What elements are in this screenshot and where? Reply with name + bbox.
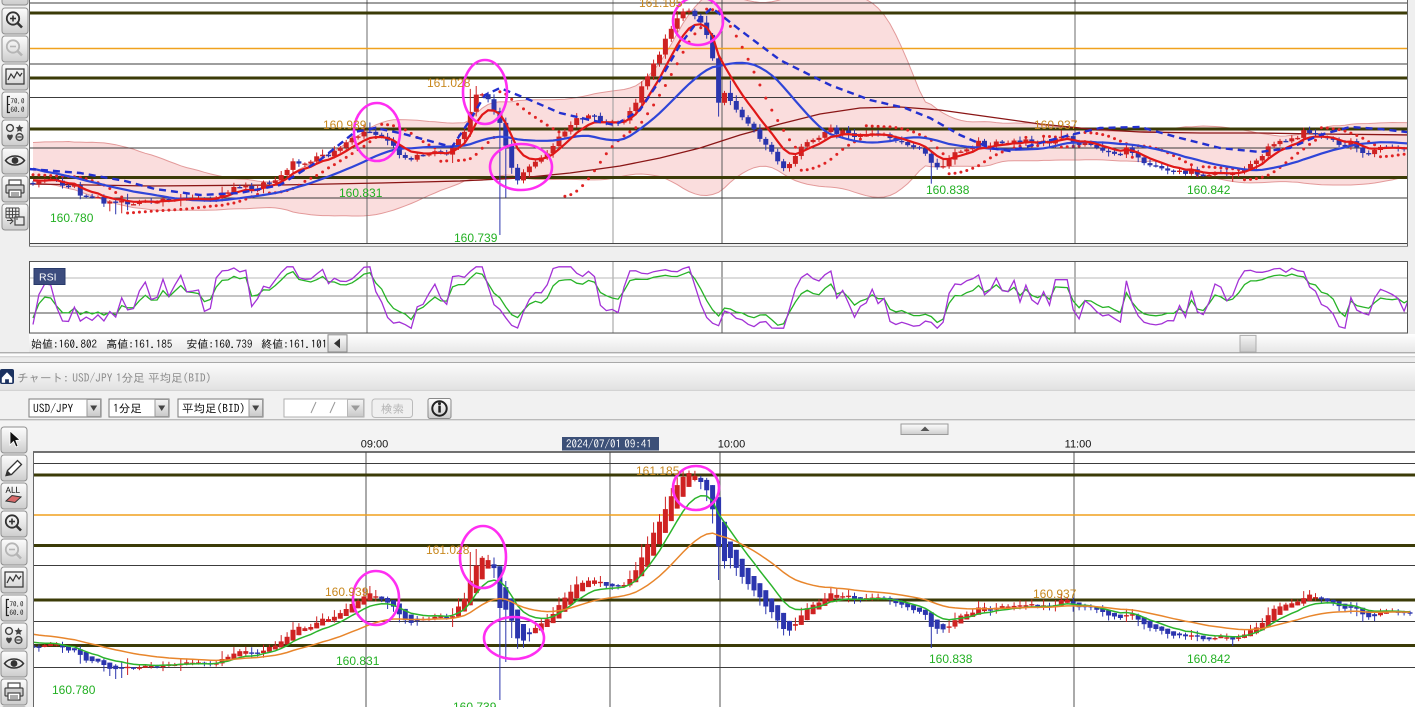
svg-text:160.831: 160.831 xyxy=(339,186,383,200)
svg-text:160.842: 160.842 xyxy=(1187,183,1231,197)
svg-text:160.939: 160.939 xyxy=(325,585,369,599)
svg-text:160.937: 160.937 xyxy=(1034,118,1078,132)
svg-text:160.937: 160.937 xyxy=(1033,587,1077,601)
svg-text:161.185: 161.185 xyxy=(636,464,680,478)
svg-text:161.185: 161.185 xyxy=(639,0,683,10)
svg-text:160.838: 160.838 xyxy=(926,183,970,197)
svg-text:160.780: 160.780 xyxy=(52,683,96,697)
svg-text:160.842: 160.842 xyxy=(1187,652,1231,666)
svg-text:160.739: 160.739 xyxy=(454,231,498,245)
svg-text:160.831: 160.831 xyxy=(336,654,380,668)
svg-text:RSI: RSI xyxy=(39,272,57,284)
svg-text:09:00: 09:00 xyxy=(361,439,389,451)
svg-text:160.739: 160.739 xyxy=(453,700,497,707)
svg-text:161.028: 161.028 xyxy=(426,543,470,557)
svg-text:160.939: 160.939 xyxy=(323,118,367,132)
svg-text:11:00: 11:00 xyxy=(1065,439,1092,451)
svg-text:161.028: 161.028 xyxy=(427,76,471,90)
svg-text:160.838: 160.838 xyxy=(929,652,973,666)
svg-text:160.780: 160.780 xyxy=(50,211,94,225)
svg-text:10:00: 10:00 xyxy=(718,439,746,451)
